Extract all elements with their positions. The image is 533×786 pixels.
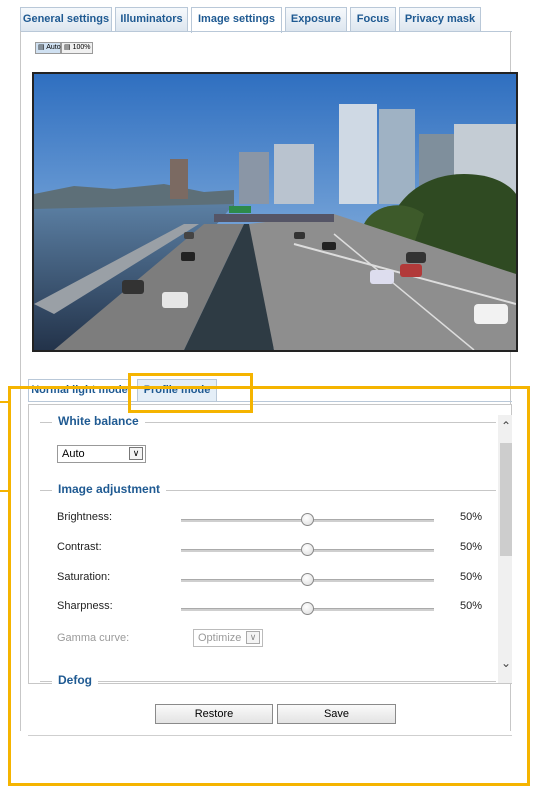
slider-handle[interactable]	[301, 573, 314, 586]
mode-tab-divider	[28, 401, 512, 402]
view-auto-button[interactable]: ▤ Auto	[35, 42, 61, 54]
tab-general-settings[interactable]: General settings	[20, 7, 112, 31]
scroll-up-icon[interactable]: ⌃	[501, 419, 511, 433]
view-100-button[interactable]: ▤ 100%	[61, 42, 93, 54]
view-100-label: 100%	[72, 44, 91, 51]
tab-exposure[interactable]: Exposure	[285, 7, 347, 31]
video-frame-image	[34, 74, 516, 350]
live-video-view[interactable]	[32, 72, 518, 352]
tab-focus[interactable]: Focus	[350, 7, 396, 31]
view-100-icon: ▤	[64, 44, 71, 51]
tab-profile-mode[interactable]: Profile mode	[137, 379, 217, 401]
slider-handle[interactable]	[301, 543, 314, 556]
adjustment-value: 50%	[460, 511, 483, 523]
chevron-down-icon: ∨	[129, 447, 143, 460]
view-auto-icon: ▤	[38, 44, 45, 51]
save-button[interactable]: Save	[277, 704, 396, 724]
slider-handle[interactable]	[301, 513, 314, 526]
scroll-down-icon[interactable]: ⌄	[501, 656, 511, 670]
white-balance-heading: White balance	[52, 414, 145, 428]
gamma-curve-value: Optimize	[198, 632, 242, 644]
white-balance-select[interactable]: Auto ∨	[57, 445, 146, 463]
scrollbar-thumb[interactable]	[500, 443, 512, 556]
adjustment-label: Brightness:	[57, 511, 113, 523]
slider-handle[interactable]	[301, 602, 314, 615]
bottom-divider	[28, 735, 512, 736]
tab-illuminators[interactable]: Illuminators	[115, 7, 188, 31]
view-auto-label: Auto	[46, 44, 61, 51]
adjustment-value: 50%	[460, 571, 483, 583]
adjustment-label: Saturation:	[57, 571, 111, 583]
adjustment-value: 50%	[460, 541, 483, 553]
highlight-connector	[0, 490, 10, 492]
gamma-curve-label: Gamma curve:	[57, 632, 130, 644]
adjustment-label: Sharpness:	[57, 600, 113, 612]
tab-normal-light-mode[interactable]: Normal light mode	[28, 379, 131, 401]
adjustment-label: Contrast:	[57, 541, 102, 553]
gamma-curve-select[interactable]: Optimize ∨	[193, 629, 263, 647]
defog-heading: Defog	[52, 673, 98, 687]
highlight-connector	[0, 401, 10, 403]
image-adjustment-heading: Image adjustment	[52, 482, 167, 496]
adjustment-value: 50%	[460, 600, 483, 612]
tab-privacy-mask[interactable]: Privacy mask	[399, 7, 481, 31]
restore-button[interactable]: Restore	[155, 704, 273, 724]
tab-image-settings[interactable]: Image settings	[191, 7, 282, 33]
defog-rule	[40, 681, 496, 682]
white-balance-value: Auto	[62, 448, 85, 460]
chevron-down-icon: ∨	[246, 631, 260, 644]
